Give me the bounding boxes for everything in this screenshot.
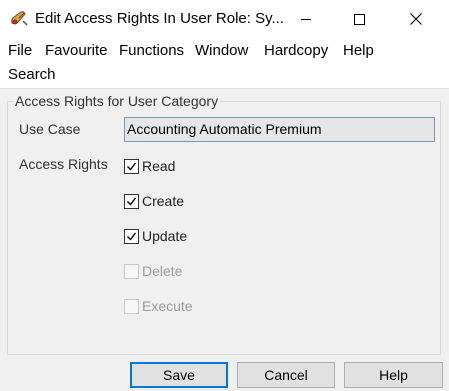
menu-favourite[interactable]: Favourite: [45, 42, 108, 59]
read-checkbox[interactable]: [124, 158, 139, 174]
access-rights-label: Access Rights: [19, 156, 108, 172]
create-checkbox[interactable]: [124, 193, 139, 209]
update-checkbox-row[interactable]: Update: [124, 227, 187, 245]
execute-checkbox: [124, 298, 139, 314]
menu-file[interactable]: File: [8, 42, 32, 59]
delete-checkbox-row: Delete: [124, 262, 182, 280]
menu-window[interactable]: Window: [195, 42, 248, 59]
menu-hardcopy[interactable]: Hardcopy: [264, 42, 328, 59]
menu-search[interactable]: Search: [8, 66, 56, 83]
checkmark-icon: [127, 232, 137, 241]
execute-checkbox-row: Execute: [124, 297, 193, 315]
scroll-feather-icon: [9, 9, 29, 29]
menu-bar: File Favourite Functions Window Hardcopy…: [0, 38, 449, 88]
update-label: Update: [142, 228, 188, 244]
delete-label: Delete: [142, 263, 183, 279]
close-icon: [410, 13, 422, 25]
read-label: Read: [142, 158, 176, 174]
menu-functions[interactable]: Functions: [119, 42, 184, 59]
update-checkbox[interactable]: [124, 228, 139, 244]
close-button[interactable]: [393, 0, 439, 38]
maximize-icon: [353, 13, 365, 25]
create-checkbox-row[interactable]: Create: [124, 192, 184, 210]
title-bar: Edit Access Rights In User Role: Sy...: [0, 0, 449, 38]
read-checkbox-row[interactable]: Read: [124, 157, 175, 175]
menu-help[interactable]: Help: [343, 42, 374, 59]
checkmark-icon: [127, 197, 137, 206]
use-case-label: Use Case: [19, 121, 81, 137]
maximize-button[interactable]: [336, 0, 382, 38]
window-title: Edit Access Rights In User Role: Sy...: [35, 10, 284, 27]
cancel-button[interactable]: Cancel: [237, 362, 335, 388]
execute-label: Execute: [142, 298, 193, 314]
delete-checkbox: [124, 263, 139, 279]
group-title: Access Rights for User Category: [13, 93, 221, 109]
help-button[interactable]: Help: [344, 362, 443, 388]
access-rights-group: Access Rights for User Category Use Case…: [7, 93, 441, 355]
use-case-field: Accounting Automatic Premium: [124, 117, 435, 142]
save-button[interactable]: Save: [130, 362, 228, 388]
create-label: Create: [142, 193, 185, 209]
minimize-icon: [301, 18, 311, 20]
dialog-body: Access Rights for User Category Use Case…: [0, 88, 449, 391]
minimize-button[interactable]: [283, 0, 329, 38]
checkmark-icon: [127, 162, 137, 171]
